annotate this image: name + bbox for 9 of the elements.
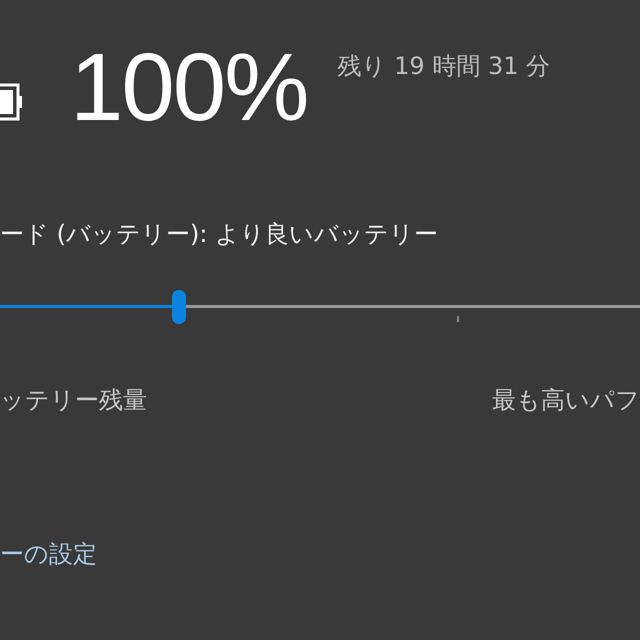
battery-icon: [0, 82, 24, 122]
slider-min-label: ッテリー残量: [0, 385, 147, 416]
power-mode-slider[interactable]: [0, 290, 640, 324]
slider-max-label: 最も高いパフ: [492, 385, 640, 416]
remaining-time: 残り 19 時間 31 分: [338, 51, 550, 82]
power-mode-label: ード (バッテリー): より良いバッテリー: [0, 219, 440, 250]
battery-percentage: 100%: [70, 40, 308, 136]
settings-link[interactable]: ーの設定: [0, 536, 97, 572]
slider-thumb[interactable]: [172, 290, 186, 324]
